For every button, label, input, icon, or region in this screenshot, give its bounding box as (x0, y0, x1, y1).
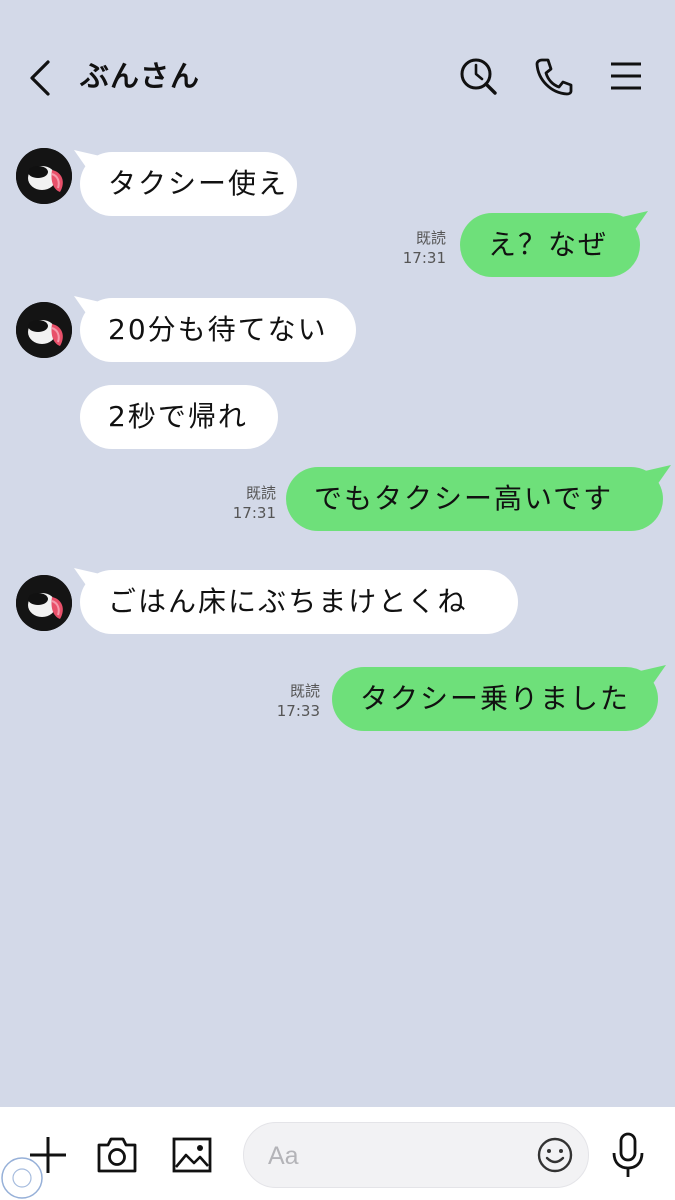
outgoing-message-bubble[interactable]: え？なぜ (460, 211, 648, 277)
message-text: ごはん床にぶちまけとくね (108, 585, 468, 618)
image-icon (172, 1137, 212, 1173)
voice-button[interactable] (608, 1131, 648, 1179)
incoming-message-bubble[interactable]: ごはん床にぶちまけとくね (74, 568, 518, 634)
message-input-box[interactable] (243, 1122, 589, 1188)
gallery-button[interactable] (170, 1133, 214, 1177)
phone-icon (535, 58, 573, 96)
call-button[interactable] (533, 54, 573, 98)
avatar[interactable] (16, 575, 72, 631)
message-meta: 既読 17:33 (266, 681, 320, 721)
bubble-tail (622, 211, 648, 231)
bird-avatar-icon (16, 575, 72, 631)
message-text: タクシー使え (108, 167, 289, 200)
bubble-tail (74, 150, 100, 170)
search-button[interactable] (458, 54, 498, 98)
menu-button[interactable] (607, 54, 647, 98)
read-status: 既読 (245, 484, 276, 502)
bubble-tail (640, 665, 666, 685)
stamp-watermark-icon (1, 1157, 43, 1199)
bubble-tail (74, 296, 100, 316)
message-meta: 既読 17:31 (392, 228, 446, 268)
bird-avatar-icon (16, 302, 72, 358)
message-text: 2秒で帰れ (108, 400, 248, 433)
message-meta: 既読 17:31 (222, 483, 276, 523)
camera-icon (97, 1137, 137, 1173)
message-text: 20分も待てない (108, 313, 328, 346)
incoming-message-bubble[interactable]: タクシー使え (74, 150, 297, 216)
chat-title: ぶんさん (80, 59, 201, 93)
microphone-icon (612, 1132, 644, 1177)
bubble-tail (645, 465, 671, 485)
emoji-icon (537, 1137, 573, 1173)
message-time: 17:31 (402, 249, 446, 267)
menu-icon (611, 62, 641, 90)
incoming-message-bubble[interactable]: 20分も待てない (74, 296, 356, 362)
emoji-button[interactable] (536, 1136, 574, 1174)
bird-avatar-icon (16, 148, 72, 204)
avatar[interactable] (16, 302, 72, 358)
composer-bar (0, 1107, 675, 1200)
read-status: 既読 (289, 682, 320, 700)
avatar[interactable] (16, 148, 72, 204)
back-button[interactable] (24, 58, 60, 98)
read-status: 既読 (415, 229, 446, 247)
outgoing-message-bubble[interactable]: でもタクシー高いです (286, 465, 671, 531)
message-input[interactable] (266, 1135, 520, 1177)
chevron-left-icon (30, 60, 50, 96)
message-text: タクシー乗りました (360, 682, 631, 715)
chat-header: ぶんさん (0, 0, 675, 150)
message-text: え？なぜ (488, 228, 609, 261)
message-text: でもタクシー高いです (314, 482, 614, 515)
bubble-tail (74, 568, 100, 588)
message-time: 17:33 (276, 702, 320, 720)
incoming-message-bubble[interactable]: 2秒で帰れ (80, 385, 278, 449)
camera-button[interactable] (95, 1133, 139, 1177)
message-time: 17:31 (232, 504, 276, 522)
outgoing-message-bubble[interactable]: タクシー乗りました (332, 665, 666, 731)
search-clock-icon (460, 58, 497, 95)
